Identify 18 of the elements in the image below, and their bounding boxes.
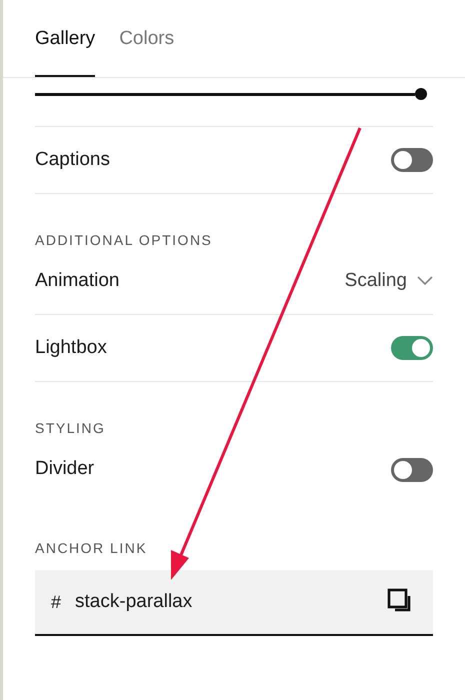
toggle-switch[interactable]: [391, 336, 433, 360]
chevron-down-icon: [417, 276, 433, 286]
anchor-field[interactable]: # stack-parallax: [35, 570, 433, 636]
row-label: Divider: [35, 457, 94, 482]
row-label: Animation: [35, 268, 120, 293]
row-label: Captions: [35, 148, 110, 172]
hash-prefix: #: [51, 590, 62, 614]
tab[interactable]: Colors: [119, 18, 174, 77]
animation-select[interactable]: Scaling: [344, 266, 433, 296]
toggle-switch[interactable]: [391, 148, 433, 172]
anchor-value: stack-parallax: [75, 590, 194, 614]
section-heading: STYLING: [35, 419, 106, 436]
slider-thumb[interactable]: [415, 88, 427, 100]
toggle-switch[interactable]: [391, 458, 433, 482]
section-heading: ADDITIONAL OPTIONS: [35, 231, 214, 248]
tab[interactable]: Gallery: [35, 18, 96, 77]
row-label: Lightbox: [35, 336, 107, 360]
section-heading: ANCHOR LINK: [35, 539, 148, 556]
